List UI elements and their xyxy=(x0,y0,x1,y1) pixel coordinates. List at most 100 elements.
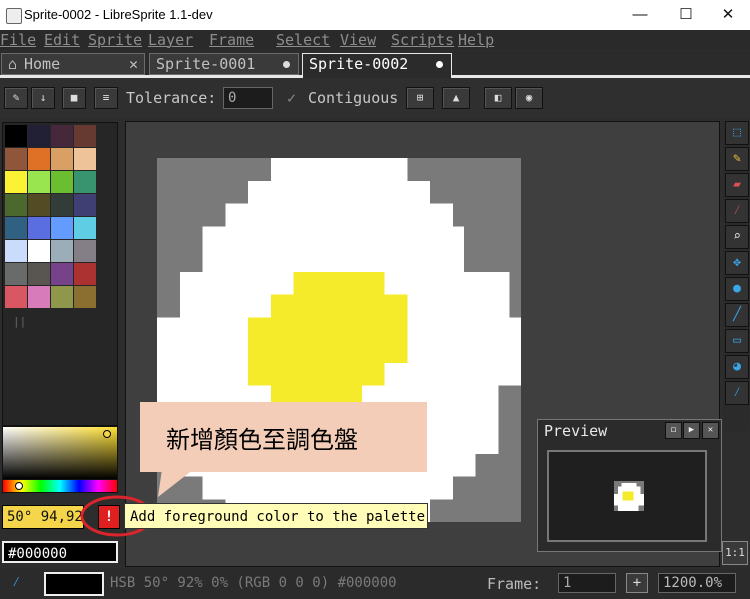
preview-play-icon[interactable]: ▶ xyxy=(683,422,700,439)
palette-swatch[interactable] xyxy=(28,286,50,308)
palette-swatch[interactable] xyxy=(74,240,96,262)
palette-swatch[interactable] xyxy=(5,217,27,239)
palette-swatch[interactable] xyxy=(5,286,27,308)
palette-swatch[interactable] xyxy=(5,263,27,285)
palette-swatch[interactable] xyxy=(74,217,96,239)
move-tool-icon[interactable]: ✥ xyxy=(725,251,749,275)
marquee-tool-icon[interactable]: ⬚ xyxy=(725,121,749,145)
palette-swatch[interactable] xyxy=(5,125,27,147)
menu-bar: File Edit Sprite Layer Frame Select View… xyxy=(0,30,750,50)
palette-swatch[interactable] xyxy=(74,286,96,308)
palette-swatch[interactable] xyxy=(51,125,73,147)
palette-swatch[interactable] xyxy=(51,171,73,193)
menu-layer[interactable]: Layer xyxy=(148,31,193,49)
tolerance-input[interactable]: 0 xyxy=(223,87,273,109)
contour-tool-icon[interactable]: ◕ xyxy=(725,355,749,379)
resize-handle-icon[interactable]: || xyxy=(13,315,26,328)
preview-title: Preview xyxy=(544,422,608,440)
contiguous-checkbox[interactable]: ✓ xyxy=(287,89,296,107)
sample-icon[interactable]: ◉ xyxy=(515,87,543,109)
preview-close-icon[interactable]: ✕ xyxy=(702,422,719,439)
menu-scripts[interactable]: Scripts xyxy=(391,31,454,49)
tab-sprite-0001[interactable]: Sprite-0001 xyxy=(149,53,299,75)
modified-dot-icon[interactable] xyxy=(436,61,443,68)
palette-swatch[interactable] xyxy=(74,194,96,216)
tolerance-label: Tolerance: xyxy=(126,89,217,107)
menu-file[interactable]: File xyxy=(0,31,36,49)
home-icon: ⌂ xyxy=(8,55,18,73)
palette-swatch[interactable] xyxy=(51,217,73,239)
palette-swatch[interactable] xyxy=(28,240,50,262)
pencil-tool-icon[interactable]: ✎ xyxy=(725,147,749,171)
layer-icon[interactable]: ◧ xyxy=(484,87,512,109)
palette-swatch[interactable] xyxy=(5,148,27,170)
eyedropper-tool-icon[interactable]: ⁄ xyxy=(725,199,749,223)
tool-panel: ⬚ ✎ ▰ ⁄ ⌕ ✥ ● ╱ ▭ ◕ ⁄ xyxy=(723,121,749,431)
zoom-tool-icon[interactable]: ⌕ xyxy=(725,225,749,249)
annotation-text: 新增顏色至調色盤 xyxy=(166,426,358,454)
palette-swatch[interactable] xyxy=(51,286,73,308)
modified-dot-icon[interactable] xyxy=(283,61,290,68)
eraser-tool-icon[interactable]: ▰ xyxy=(725,173,749,197)
menu-view[interactable]: View xyxy=(340,31,376,49)
menu-select[interactable]: Select xyxy=(276,31,330,49)
line-tool-icon[interactable]: ╱ xyxy=(725,303,749,327)
frame-input[interactable]: 1 xyxy=(558,573,616,593)
bucket-icon[interactable]: ▲ xyxy=(442,87,470,109)
palette-swatch[interactable] xyxy=(51,148,73,170)
palette-swatch[interactable] xyxy=(74,148,96,170)
preview-viewport[interactable] xyxy=(547,450,707,542)
hex-color-field[interactable]: #000000 xyxy=(2,541,118,563)
tab-home-label: Home xyxy=(24,55,61,73)
palette-swatch[interactable] xyxy=(28,194,50,216)
palette-swatch[interactable] xyxy=(5,171,27,193)
zoom-field[interactable]: 1200.0% xyxy=(658,573,736,593)
tab-bar: ⌂ Home ✕ Sprite-0001 Sprite-0002 xyxy=(0,51,750,78)
palette-swatch[interactable] xyxy=(28,125,50,147)
menu-sprite[interactable]: Sprite xyxy=(88,31,142,49)
palette-swatch[interactable] xyxy=(5,194,27,216)
tab-sprite-0002[interactable]: Sprite-0002 xyxy=(302,53,452,78)
blur-tool-icon[interactable]: ⁄ xyxy=(725,381,749,405)
rectangle-tool-icon[interactable]: ▭ xyxy=(725,329,749,353)
palette-swatch[interactable] xyxy=(28,263,50,285)
menu-frame[interactable]: Frame xyxy=(209,31,254,49)
preview-thumbnail xyxy=(614,481,644,511)
window-title: Sprite-0002 - LibreSprite 1.1-dev xyxy=(24,7,213,22)
minimize-button[interactable]: — xyxy=(617,4,663,26)
hue-cursor[interactable] xyxy=(15,482,23,490)
tab-home[interactable]: ⌂ Home ✕ xyxy=(1,53,145,75)
menu-edit[interactable]: Edit xyxy=(44,31,80,49)
close-tab-icon[interactable]: ✕ xyxy=(129,54,138,74)
palette-swatch[interactable] xyxy=(51,263,73,285)
contiguous-label: Contiguous xyxy=(308,89,399,107)
bucket-tool-icon[interactable]: ● xyxy=(725,277,749,301)
scale-reset-button[interactable]: 1:1 xyxy=(722,541,748,565)
preview-center-icon[interactable]: ◻ xyxy=(665,422,682,439)
palette-panel: || xyxy=(2,122,118,426)
palette-swatch[interactable] xyxy=(28,148,50,170)
palette-swatch[interactable] xyxy=(51,194,73,216)
color-info: HSB 50° 92% 0% (RGB 0 0 0) #000000 xyxy=(110,575,397,591)
color-spectrum[interactable] xyxy=(2,426,118,480)
list-icon[interactable]: ≡ xyxy=(94,87,118,109)
palette-swatch[interactable] xyxy=(74,263,96,285)
maximize-button[interactable]: ☐ xyxy=(663,4,709,26)
pattern-icon[interactable]: ⊞ xyxy=(406,87,434,109)
tab-sprite-0002-label: Sprite-0002 xyxy=(309,55,409,73)
menu-help[interactable]: Help xyxy=(458,31,494,49)
add-frame-button[interactable]: + xyxy=(626,573,648,593)
arrow-down-icon[interactable]: ↓ xyxy=(31,87,55,109)
saturation-cursor[interactable] xyxy=(103,430,111,438)
foreground-color-field[interactable]: 50° 94,92 xyxy=(2,505,84,529)
fill-mode-icon[interactable]: ■ xyxy=(62,87,86,109)
palette-swatch[interactable] xyxy=(5,240,27,262)
close-window-button[interactable]: ✕ xyxy=(705,4,750,26)
palette-swatch[interactable] xyxy=(51,240,73,262)
palette-swatch[interactable] xyxy=(28,217,50,239)
palette-swatch[interactable] xyxy=(74,171,96,193)
palette-swatch[interactable] xyxy=(28,171,50,193)
hue-slider[interactable] xyxy=(2,479,118,493)
palette-swatch[interactable] xyxy=(74,125,96,147)
pencil-mode-icon[interactable]: ✎ xyxy=(4,87,28,109)
